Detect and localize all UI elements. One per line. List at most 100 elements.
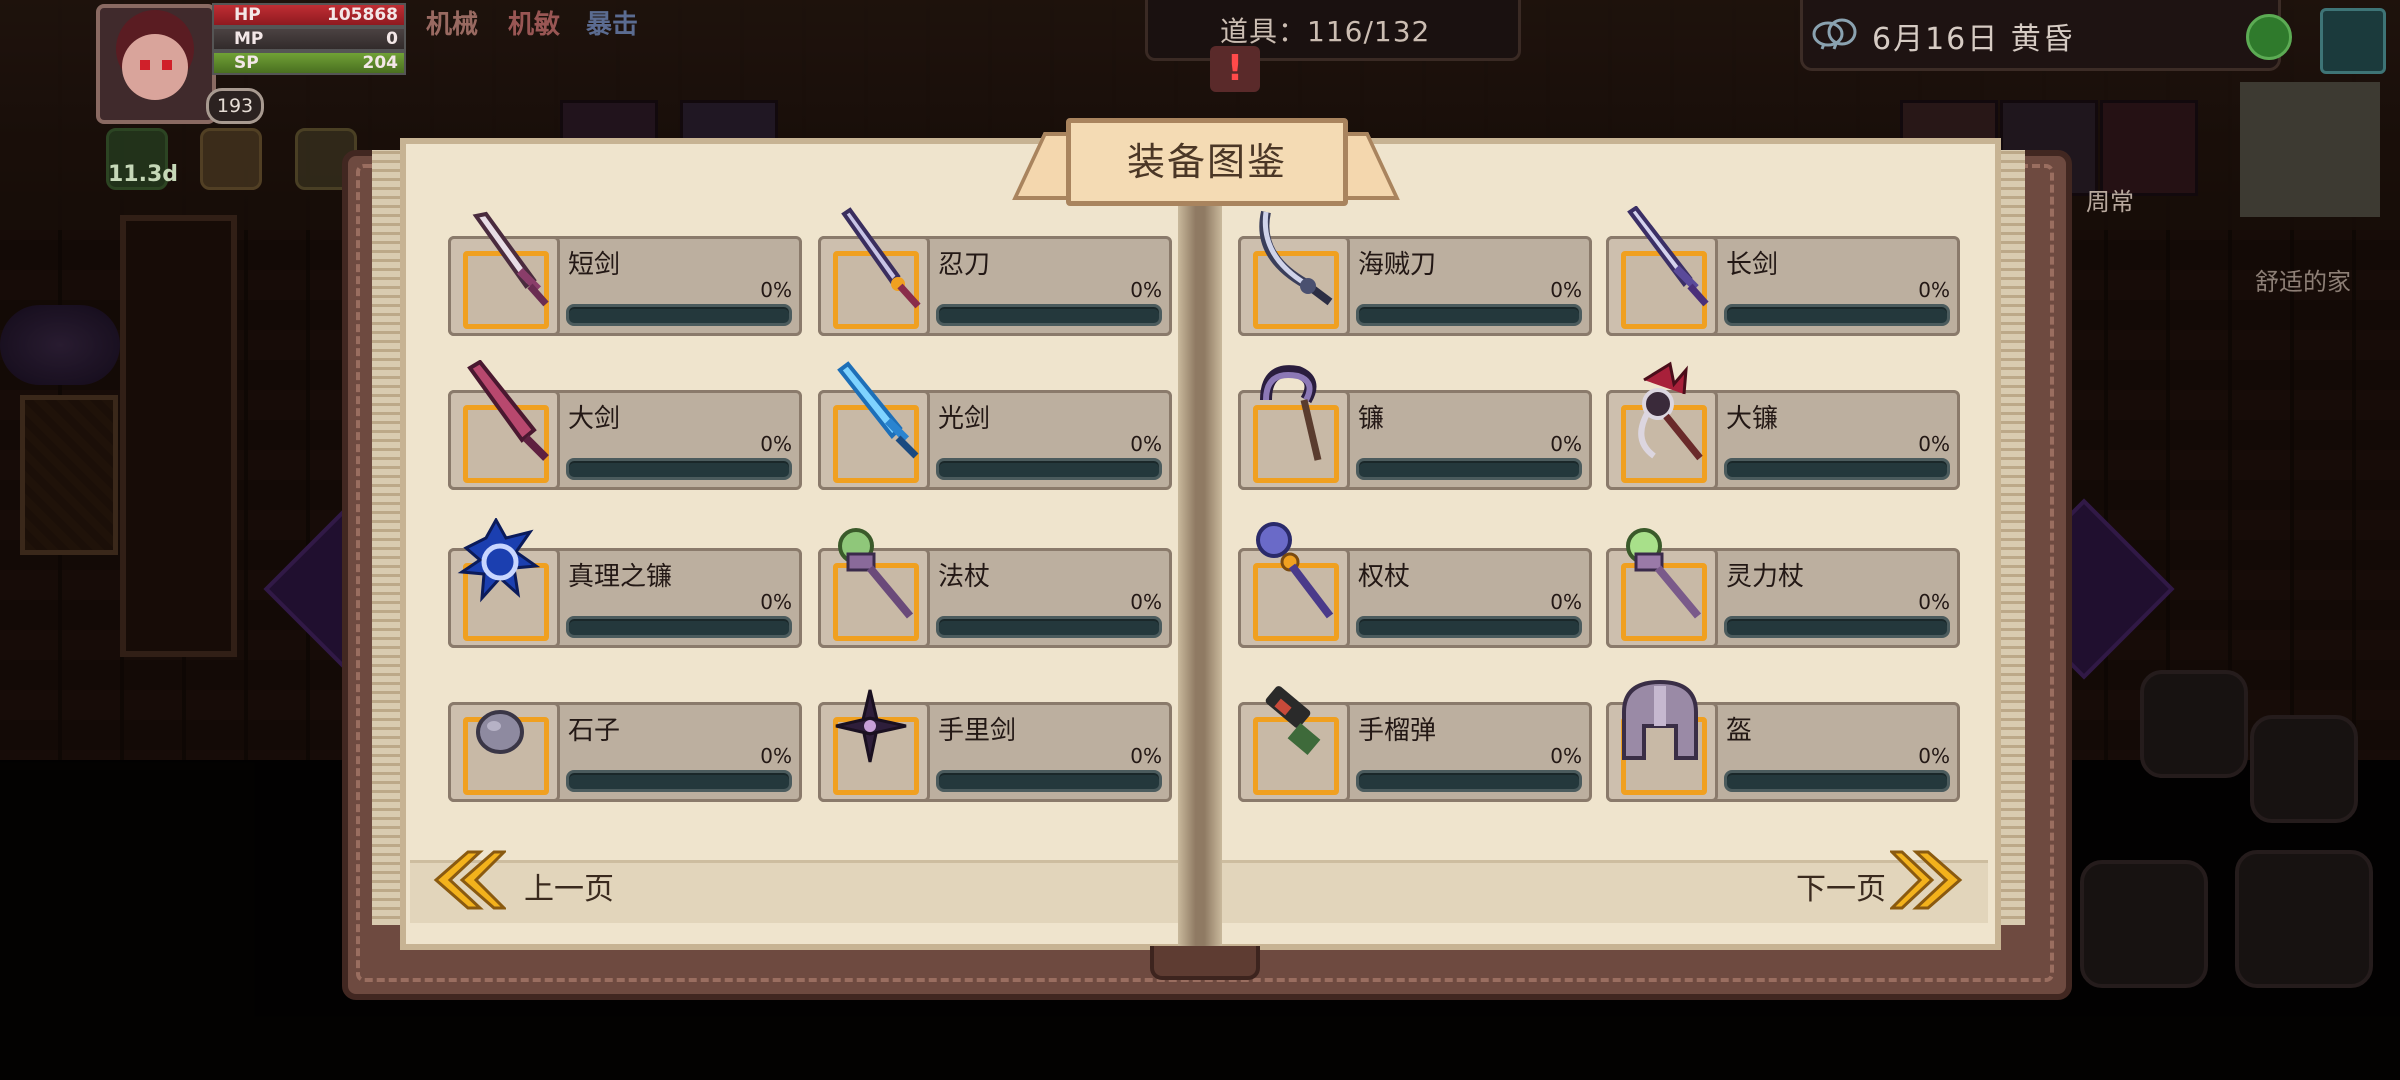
pirate-sabre-icon (1259, 210, 1333, 306)
minimap[interactable] (2240, 82, 2380, 217)
next-page-button[interactable]: 下一页 (1790, 848, 1970, 912)
entry-progress-bar (566, 304, 792, 326)
equipment-entry[interactable]: 忍刀 0% (818, 207, 1172, 336)
entry-percent: 0% (1918, 590, 1950, 614)
sp-value: 204 (362, 53, 399, 73)
double-chevron-left-icon (433, 850, 506, 910)
entry-name: 灵力杖 (1726, 562, 1805, 592)
alert-icon: ! (1210, 46, 1260, 92)
light-sword-icon (837, 361, 919, 459)
long-sword-icon (1627, 206, 1709, 307)
equipment-entry[interactable]: 海贼刀 0% (1238, 210, 1592, 336)
entry-name: 镰 (1358, 404, 1385, 434)
hp-bar: HP 105868 (212, 3, 406, 27)
entry-name: 光剑 (938, 404, 991, 434)
entry-progress-bar (566, 616, 792, 638)
buff-icon[interactable] (200, 128, 262, 190)
trait-tag: 机械 (426, 10, 479, 40)
entry-percent: 0% (760, 278, 792, 302)
magic-staff-icon (838, 528, 914, 619)
helmet-icon (1622, 679, 1698, 760)
equipment-entry[interactable]: 手里剑 0% (818, 689, 1172, 802)
entry-name: 法杖 (938, 562, 991, 592)
scepter-icon (1256, 522, 1334, 619)
entry-progress-bar (1356, 770, 1582, 792)
book-spine (1178, 138, 1222, 950)
equipment-entry[interactable]: 短剑 0% (448, 211, 802, 336)
sickle-icon (1260, 365, 1322, 461)
book-bottom-tab (1150, 946, 1260, 980)
hp-label: HP (234, 5, 261, 25)
truth-scythe-icon (457, 518, 541, 603)
equipment-entry[interactable]: 灵力杖 0% (1606, 528, 1960, 648)
equipment-entry[interactable]: 长剑 0% (1606, 206, 1960, 336)
entry-name: 大剑 (568, 404, 621, 434)
entry-percent: 0% (1550, 590, 1582, 614)
buff-timer: 11.3d (108, 162, 179, 187)
equipment-entry[interactable]: 权杖 0% (1238, 522, 1592, 648)
short-sword-icon (472, 211, 549, 307)
equipment-entry[interactable]: 光剑 0% (818, 361, 1172, 490)
entry-percent: 0% (1130, 278, 1162, 302)
equipment-entry[interactable]: 大镰 0% (1606, 361, 1960, 490)
next-page-label: 下一页 (1796, 872, 1886, 907)
trait-tag: 暴击 (586, 10, 639, 40)
entry-percent: 0% (760, 590, 792, 614)
location-label: 舒适的家 (2255, 268, 2351, 296)
cloud-icon (1812, 18, 1857, 50)
double-chevron-right-icon (1890, 850, 1963, 910)
entry-percent: 0% (1918, 278, 1950, 302)
entry-percent: 0% (760, 744, 792, 768)
entry-name: 手榴弹 (1358, 716, 1437, 746)
date-time-label: 6月16日 黄昏 (1872, 22, 2075, 57)
mp-bar: MP 0 (212, 27, 406, 51)
grenade-icon (1265, 686, 1321, 756)
entry-name: 盔 (1726, 716, 1753, 746)
prev-page-button[interactable]: 上一页 (432, 848, 652, 912)
entry-name: 长剑 (1726, 250, 1779, 280)
entry-percent: 0% (1550, 432, 1582, 456)
equipment-entry[interactable]: 镰 0% (1238, 365, 1592, 490)
entry-percent: 0% (1130, 590, 1162, 614)
equipment-entry[interactable]: 法杖 0% (818, 528, 1172, 648)
exit-button[interactable] (2320, 8, 2386, 74)
entry-name: 忍刀 (938, 250, 991, 280)
entry-name: 海贼刀 (1358, 250, 1437, 280)
great-scythe-icon (1638, 361, 1703, 461)
entry-name: 真理之镰 (568, 562, 673, 592)
sp-label: SP (234, 53, 259, 73)
daily-label[interactable]: 周常 (2086, 182, 2134, 217)
player-level-badge: 193 (206, 88, 264, 124)
entry-progress-bar (1724, 304, 1950, 326)
entry-percent: 0% (1550, 278, 1582, 302)
entry-progress-bar (566, 770, 792, 792)
player-avatar[interactable] (96, 4, 216, 124)
entry-percent: 0% (1130, 432, 1162, 456)
entry-progress-bar (1724, 616, 1950, 638)
entry-progress-bar (566, 458, 792, 480)
equipment-entry[interactable]: 盔 0% (1606, 679, 1960, 802)
equipment-entry[interactable]: 手榴弹 0% (1238, 686, 1592, 802)
globe-icon[interactable] (2246, 14, 2292, 60)
inventory-counter: 道具：116/132 (1220, 15, 1431, 48)
entry-progress-bar (936, 616, 1162, 638)
entry-progress-bar (1724, 770, 1950, 792)
entry-progress-bar (1356, 458, 1582, 480)
trait-tag: 机敏 (508, 10, 561, 40)
shuriken-icon (835, 689, 907, 763)
ninja-blade-icon (841, 207, 921, 309)
spirit-staff-icon (1626, 528, 1702, 619)
equipment-entry[interactable]: 石子 0% (448, 702, 802, 802)
entry-percent: 0% (1550, 744, 1582, 768)
entry-name: 权杖 (1358, 562, 1411, 592)
entry-name: 短剑 (568, 250, 621, 280)
equipment-entry[interactable]: 真理之镰 0% (448, 518, 802, 648)
entry-progress-bar (1356, 304, 1582, 326)
entry-progress-bar (936, 770, 1162, 792)
equipment-entry[interactable]: 大剑 0% (448, 360, 802, 490)
entry-progress-bar (936, 304, 1162, 326)
entry-progress-bar (1724, 458, 1950, 480)
entry-percent: 0% (760, 432, 792, 456)
mp-value: 0 (386, 29, 398, 49)
stone-icon (476, 710, 524, 754)
